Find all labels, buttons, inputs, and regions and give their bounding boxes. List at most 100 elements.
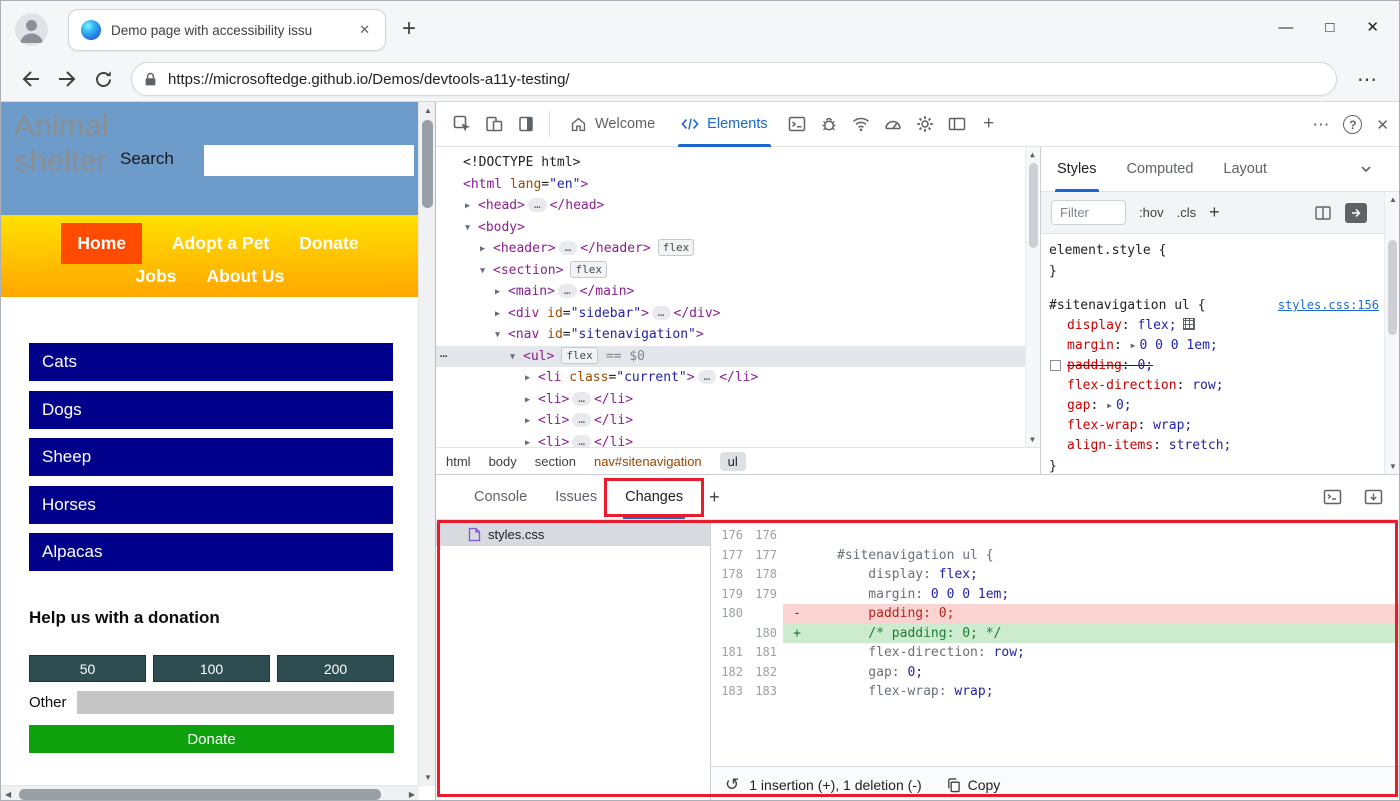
rule-selector[interactable]: #sitenavigation ul	[1049, 295, 1190, 316]
diff-row[interactable]: 181 181 flex-direction: row;	[715, 643, 1399, 663]
nav-link-about-us[interactable]: About Us	[207, 264, 285, 289]
collapsed-content-button[interactable]: …	[572, 434, 591, 447]
new-style-rule-button[interactable]: +	[1209, 202, 1220, 223]
scroll-down-icon[interactable]: ▼	[424, 773, 432, 782]
expander-closed-icon[interactable]: ▶	[465, 196, 478, 218]
add-tool-button[interactable]: +	[973, 107, 1005, 141]
minimize-button[interactable]: —	[1278, 15, 1293, 41]
page-horizontal-scrollbar[interactable]: ◀ ▶	[1, 785, 419, 800]
breadcrumb-section[interactable]: section	[535, 454, 576, 469]
dom-tree-row[interactable]: <!DOCTYPE html>	[436, 152, 1040, 174]
style-property-padding[interactable]: padding: 0;	[1049, 356, 1399, 376]
dock-drawer-icon[interactable]	[1323, 489, 1342, 506]
dom-tree-row[interactable]: ▶ <main>… </main>	[436, 281, 1040, 303]
dom-tree-row[interactable]: ▼ <nav id="sitenavigation">	[436, 324, 1040, 346]
property-checkbox[interactable]	[1050, 360, 1061, 371]
diff-row[interactable]: 182 182 gap: 0;	[715, 663, 1399, 683]
expand-drawer-icon[interactable]	[1364, 489, 1383, 506]
expander-closed-icon[interactable]: ▶	[495, 282, 508, 304]
sidebar-button-horses[interactable]: Horses	[29, 485, 393, 524]
new-tab-button[interactable]: +	[402, 15, 416, 43]
collapsed-content-button[interactable]: …	[557, 284, 577, 298]
expand-shorthand-icon[interactable]: ▶	[1131, 336, 1136, 356]
tab-console[interactable]: Console	[460, 475, 541, 519]
scroll-down-icon[interactable]: ▼	[1030, 435, 1035, 444]
expander-open-icon[interactable]: ▼	[510, 347, 523, 369]
style-property-display[interactable]: display: flex;	[1049, 316, 1399, 336]
donation-amount-50[interactable]: 50	[29, 655, 146, 682]
tab-close-icon[interactable]: ✕	[356, 21, 373, 39]
tab-computed[interactable]: Computed	[1125, 147, 1196, 192]
collapsed-content-button[interactable]: …	[651, 305, 671, 320]
device-toolbar-icon[interactable]	[478, 107, 510, 141]
search-input[interactable]	[204, 145, 414, 176]
scroll-down-icon[interactable]: ▼	[1389, 462, 1397, 471]
tree-scrollbar[interactable]: ▲ ▼	[1025, 147, 1040, 447]
copy-button[interactable]: Copy	[946, 777, 1000, 793]
performance-icon[interactable]	[877, 107, 909, 141]
diff-row[interactable]: 176 176	[715, 526, 1399, 546]
expander-open-icon[interactable]: ▼	[495, 325, 508, 347]
donate-button[interactable]: Donate	[29, 725, 394, 753]
sidebar-button-dogs[interactable]: Dogs	[29, 390, 393, 429]
devtools-more-icon[interactable]: ⋯	[1312, 115, 1329, 135]
back-button[interactable]	[13, 62, 49, 96]
expander-closed-icon[interactable]: ▶	[480, 239, 493, 261]
scroll-up-icon[interactable]: ▲	[424, 106, 432, 115]
tab-elements[interactable]: Elements	[668, 102, 780, 147]
expander-closed-icon[interactable]: ▶	[525, 390, 538, 412]
sidebar-button-cats[interactable]: Cats	[29, 343, 393, 381]
nav-link-home[interactable]: Home	[61, 223, 143, 264]
tab-layout[interactable]: Layout	[1221, 147, 1269, 192]
collapsed-content-button[interactable]: …	[572, 413, 591, 427]
profile-avatar[interactable]	[15, 13, 48, 46]
collapsed-content-button[interactable]: …	[527, 198, 547, 212]
flex-badge[interactable]: flex	[561, 346, 598, 364]
donation-amount-200[interactable]: 200	[277, 655, 394, 682]
dom-tree-row[interactable]: ▼ <body>	[436, 217, 1040, 239]
flex-badge[interactable]: flex	[657, 239, 695, 256]
breadcrumb-html[interactable]: html	[446, 454, 471, 469]
scroll-up-icon[interactable]: ▲	[1389, 195, 1397, 204]
dom-tree-row[interactable]: ⋯ ▼ <ul> flex == $0	[436, 345, 1040, 369]
pseudo-state-toggle[interactable]: :hov	[1139, 205, 1164, 220]
tab-welcome[interactable]: Welcome	[557, 102, 668, 147]
dom-tree-row[interactable]: ▶ <div id="sidebar">… </div>	[436, 303, 1040, 325]
nav-link-adopt-a-pet[interactable]: Adopt a Pet	[172, 231, 269, 256]
diff-row[interactable]: 180 + /* padding: 0; */	[715, 623, 1399, 643]
window-close-button[interactable]: ✕	[1366, 15, 1379, 41]
vertical-scroll-thumb[interactable]	[422, 120, 433, 208]
scroll-right-icon[interactable]: ▶	[409, 790, 415, 799]
settings-gear-icon[interactable]	[909, 107, 941, 141]
sidebar-button-alpacas[interactable]: Alpacas	[29, 533, 393, 571]
dom-tree-row[interactable]: ▶ <li>… </li>	[436, 432, 1040, 447]
diff-row[interactable]: 180 - padding: 0;	[715, 604, 1399, 624]
console-drawer-icon[interactable]	[781, 107, 813, 141]
diff-row[interactable]: 177 177 #sitenavigation ul {	[715, 546, 1399, 566]
dom-tree-row[interactable]: <html lang="en">	[436, 174, 1040, 196]
expander-closed-icon[interactable]: ▶	[525, 411, 538, 433]
sidebar-button-sheep[interactable]: Sheep	[29, 438, 393, 476]
diff-row[interactable]: 183 183 flex-wrap: wrap;	[715, 682, 1399, 702]
expander-closed-icon[interactable]: ▶	[525, 368, 538, 390]
maximize-button[interactable]: □	[1325, 15, 1334, 41]
dom-tree-row[interactable]: ▶ <li>… </li>	[436, 410, 1040, 432]
diff-row[interactable]: 179 179 margin: 0 0 0 1em;	[715, 585, 1399, 605]
horizontal-scroll-thumb[interactable]	[19, 789, 381, 800]
focus-page-icon[interactable]	[510, 107, 542, 141]
style-property-gap[interactable]: gap: ▶ 0;	[1049, 396, 1399, 416]
nav-link-jobs[interactable]: Jobs	[136, 264, 177, 289]
styles-filter-input[interactable]	[1051, 200, 1126, 225]
dom-tree-row[interactable]: ▶ <head>… </head>	[436, 195, 1040, 217]
element-style-rule[interactable]: element.style { }	[1049, 240, 1399, 282]
breadcrumb-ul[interactable]: ul	[719, 451, 746, 471]
breadcrumb-nav-sitenavigation[interactable]: nav#sitenavigation	[594, 454, 702, 469]
address-bar[interactable]: https://microsoftedge.github.io/Demos/de…	[131, 62, 1337, 96]
refresh-button[interactable]	[85, 62, 121, 96]
collapsed-content-button[interactable]: …	[558, 241, 578, 255]
collapsed-content-button[interactable]: …	[572, 391, 591, 406]
style-property-flex-wrap[interactable]: flex-wrap: wrap;	[1049, 416, 1399, 436]
dom-tree-row[interactable]: ▶ <li>… </li>	[436, 389, 1040, 411]
browser-menu-button[interactable]: ⋯	[1347, 67, 1387, 92]
computed-sidebar-icon[interactable]	[1345, 202, 1367, 223]
